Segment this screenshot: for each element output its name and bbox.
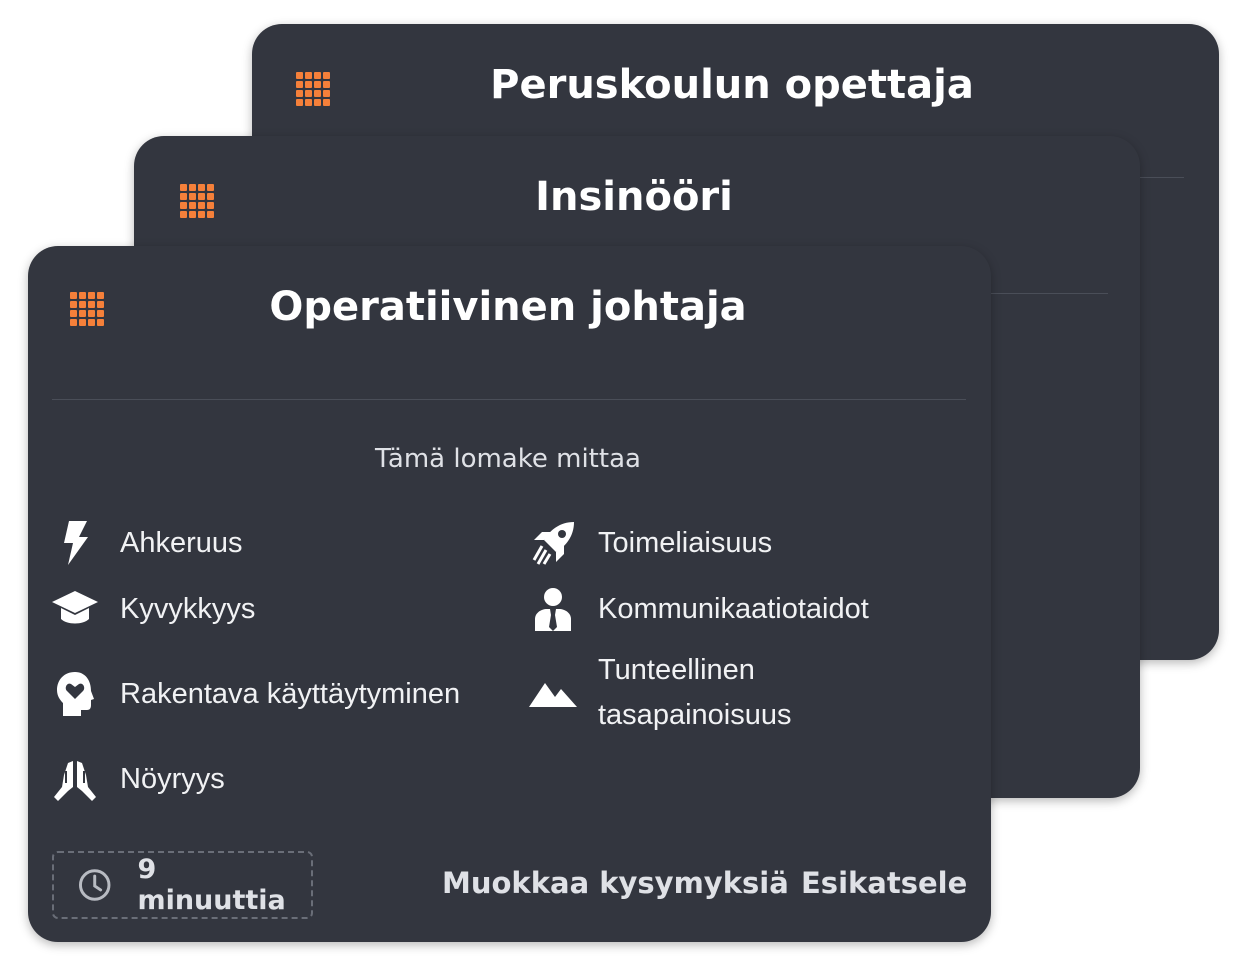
trait-label: Toimeliaisuus bbox=[598, 526, 773, 559]
clock-icon bbox=[78, 869, 111, 901]
trait-label: Ahkeruus bbox=[120, 526, 243, 559]
trait-label: Nöyryys bbox=[120, 762, 225, 795]
trait-kyvykkyys: Kyvykkyys bbox=[50, 584, 255, 634]
card-title: Operatiivinen johtaja bbox=[269, 284, 747, 330]
form-card-operatiivinen-johtaja[interactable]: Operatiivinen johtaja Tämä lomake mittaa… bbox=[28, 246, 991, 942]
head-heart-icon bbox=[50, 669, 100, 719]
divider bbox=[990, 293, 1108, 294]
user-tie-icon bbox=[528, 584, 578, 634]
divider bbox=[52, 399, 966, 400]
trait-rakentava-kayttaytyminen: Rakentava käyttäytyminen bbox=[50, 669, 460, 719]
section-subtitle: Tämä lomake mittaa bbox=[375, 444, 641, 474]
preview-button[interactable]: Esikatsele bbox=[801, 866, 967, 900]
trait-ahkeruus: Ahkeruus bbox=[50, 518, 243, 568]
trait-kommunikaatiotaidot: Kommunikaatiotaidot bbox=[528, 584, 869, 634]
trait-tunteellinen-tasapainoisuus: Tunteellinen tasapainoisuus bbox=[528, 648, 791, 738]
edit-questions-button[interactable]: Muokkaa kysymyksiä bbox=[442, 866, 789, 900]
trait-noyryys: Nöyryys bbox=[50, 754, 225, 804]
graduation-cap-icon bbox=[50, 584, 100, 634]
card-title: Peruskoulun opettaja bbox=[490, 62, 974, 108]
trait-label: Rakentava käyttäytyminen bbox=[120, 677, 461, 710]
rocket-icon bbox=[528, 518, 578, 568]
trait-label: Tunteellinen tasapainoisuus bbox=[598, 654, 792, 731]
mountains-icon bbox=[528, 668, 578, 718]
duration-chip: 9 minuuttia bbox=[52, 851, 313, 919]
duration-text: 9 minuuttia bbox=[137, 854, 286, 916]
trait-label: Kyvykkyys bbox=[120, 592, 256, 625]
trait-toimeliaisuus: Toimeliaisuus bbox=[528, 518, 772, 568]
praying-hands-icon bbox=[50, 754, 100, 804]
card-title: Insinööri bbox=[535, 174, 733, 220]
lightning-icon bbox=[50, 518, 100, 568]
trait-label: Kommunikaatiotaidot bbox=[598, 592, 869, 625]
